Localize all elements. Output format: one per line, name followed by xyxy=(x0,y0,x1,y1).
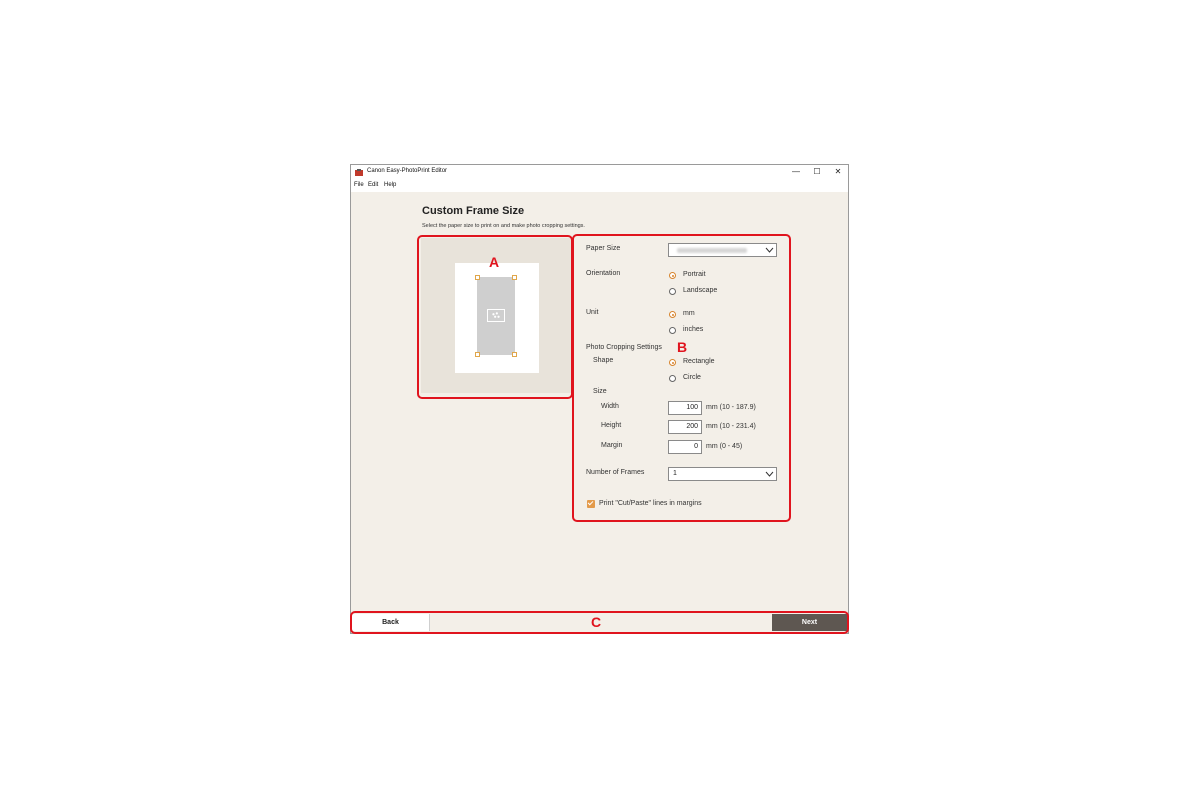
callout-a-letter: A xyxy=(489,254,500,270)
minimize-icon[interactable]: — xyxy=(786,166,806,178)
menu-file[interactable]: File xyxy=(354,182,364,188)
menu-bar: File Edit Help xyxy=(351,180,848,192)
page-subtitle: Select the paper size to print on and ma… xyxy=(422,223,585,229)
close-icon[interactable]: ✕ xyxy=(828,166,848,178)
menu-help[interactable]: Help xyxy=(384,182,396,188)
maximize-icon[interactable]: ☐ xyxy=(807,166,827,178)
window-title: Canon Easy-PhotoPrint Editor xyxy=(367,168,448,174)
callout-b-letter: B xyxy=(677,339,688,355)
menu-edit[interactable]: Edit xyxy=(368,182,378,188)
app-icon xyxy=(355,169,363,176)
page-title: Custom Frame Size xyxy=(422,205,525,217)
title-bar: Canon Easy-PhotoPrint Editor — ☐ ✕ xyxy=(351,165,848,180)
callout-b-box xyxy=(572,234,791,522)
callout-c-letter: C xyxy=(591,614,602,630)
